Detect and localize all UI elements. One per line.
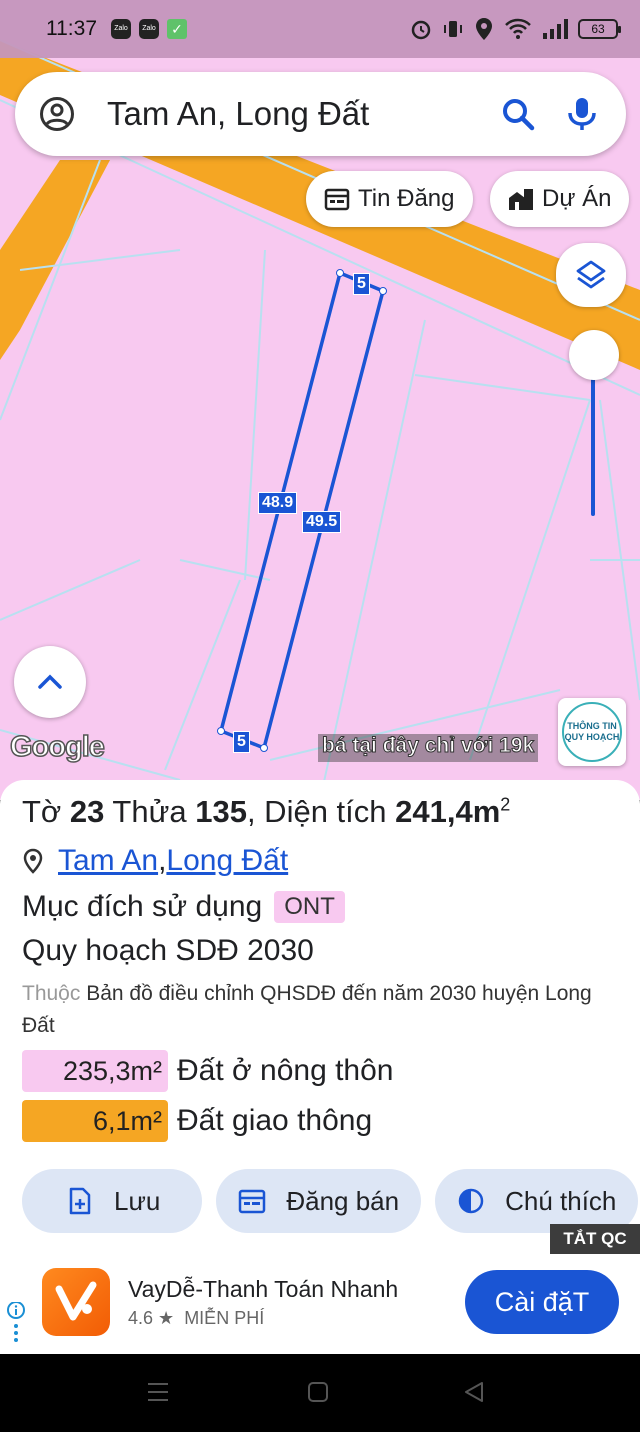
search-bar[interactable]: Tam An, Long Đất (15, 72, 626, 156)
zone-row: 235,3m² Đất ở nông thôn (22, 1050, 618, 1092)
ad-app-name[interactable]: VayDễ-Thanh Toán Nhanh (128, 1276, 398, 1303)
close-ad-button[interactable]: TẮT QC (550, 1224, 640, 1254)
planning-info-label: THÔNG TIN QUY HOẠCH (562, 702, 622, 762)
system-nav-bar (0, 1354, 640, 1432)
ad-rating: 4.6 ★ (128, 1308, 175, 1328)
contrast-icon (458, 1188, 484, 1214)
zone-list: 235,3m² Đất ở nông thôn 6,1m² Đất giao t… (22, 1050, 618, 1142)
purpose-label: Mục đích sử dụng (22, 890, 263, 923)
alarm-icon (411, 20, 431, 40)
parcel-info-panel: Tờ 23 Thửa 135, Diện tích 241,4m2 Tam An… (0, 780, 640, 1254)
zone-row: 6,1m² Đất giao thông (22, 1100, 618, 1142)
battery-icon: 63 (578, 19, 621, 39)
install-button[interactable]: Cài đặT (465, 1270, 619, 1334)
microphone-icon[interactable] (564, 96, 600, 132)
ad-app-meta: 4.6 ★ MIỄN PHÍ (128, 1308, 264, 1329)
expand-panel-button[interactable] (14, 646, 86, 718)
chip-listings-label: Tin Đăng (358, 185, 455, 212)
dimension-left: 48.9 (258, 492, 298, 514)
plan-source: Thuộc Bản đồ điều chỉnh QHSDĐ đến năm 20… (22, 982, 592, 1037)
parcel-title: Tờ 23 Thửa 135, Diện tích 241,4m2 (22, 794, 511, 829)
wifi-icon (505, 18, 531, 39)
opacity-slider-knob[interactable] (569, 330, 619, 380)
chevron-up-icon (38, 674, 62, 689)
dimension-right: 49.5 (302, 511, 342, 533)
account-icon[interactable] (39, 96, 75, 132)
add-file-icon (69, 1187, 91, 1215)
map-view[interactable]: 5 48.9 49.5 5 11:37 Zalo Zalo ✓ 63 Tam A… (0, 0, 640, 800)
chip-projects[interactable]: Dự Án (490, 171, 630, 227)
zone-name: Đất ở nông thôn (177, 1054, 394, 1087)
parcel-location: Tam An, Long Đất (22, 844, 618, 878)
status-bar: 11:37 Zalo Zalo ✓ 63 (0, 0, 640, 58)
plan-title: Quy hoạch SDĐ 2030 (22, 934, 314, 967)
check-app-icon: ✓ (167, 19, 187, 39)
save-button[interactable]: Lưu (22, 1169, 203, 1233)
vibrate-icon (444, 21, 462, 37)
plot-number: 135 (195, 794, 247, 829)
calendar-icon (239, 1189, 266, 1214)
location-pin-icon (23, 848, 43, 874)
promo-banner[interactable]: bá tại đây chỉ với 19k (318, 734, 539, 762)
location-icon (476, 18, 492, 40)
location-link-commune[interactable]: Tam An (58, 844, 158, 878)
sheet-number: 23 (69, 794, 105, 829)
search-input[interactable]: Tam An, Long Đất (107, 95, 472, 133)
dimension-top: 5 (353, 273, 370, 295)
ad-price: MIỄN PHÍ (184, 1308, 265, 1328)
planning-info-button[interactable]: THÔNG TIN QUY HOẠCH (558, 698, 626, 766)
post-for-sale-button[interactable]: Đăng bán (216, 1169, 422, 1233)
recent-apps-icon[interactable] (146, 1380, 170, 1404)
layers-icon (576, 260, 606, 289)
chip-listings[interactable]: Tin Đăng (306, 171, 473, 227)
action-bar: Lưu Đăng bán Chú thích (22, 1169, 639, 1233)
location-link-district[interactable]: Long Đất (166, 844, 288, 878)
home-icon[interactable] (306, 1380, 330, 1404)
ad-info-icon[interactable] (6, 1302, 26, 1346)
calendar-icon (324, 188, 350, 211)
zalo-icon: Zalo (111, 19, 131, 39)
purpose-code-badge: ONT (274, 891, 345, 923)
layers-button[interactable] (556, 243, 626, 307)
ad-banner[interactable]: VayDễ-Thanh Toán Nhanh 4.6 ★ MIỄN PHÍ Cà… (0, 1254, 640, 1354)
dimension-bottom: 5 (233, 731, 250, 753)
zone-name: Đất giao thông (177, 1104, 373, 1137)
app-logo-icon[interactable] (42, 1268, 110, 1336)
status-time: 11:37 (46, 17, 97, 40)
parcel-area: 241,4m (395, 794, 501, 829)
signal-icon (543, 19, 568, 39)
zalo-icon: Zalo (139, 19, 159, 39)
opacity-slider-track[interactable] (591, 370, 595, 516)
chip-projects-label: Dự Án (542, 185, 612, 212)
search-icon[interactable] (500, 96, 536, 132)
building-icon (509, 189, 533, 210)
land-use-purpose: Mục đích sử dụng ONT (22, 890, 618, 924)
back-icon[interactable] (462, 1380, 486, 1404)
zone-area: 6,1m² (22, 1100, 168, 1142)
zone-area: 235,3m² (22, 1050, 168, 1092)
google-logo: Google (9, 730, 105, 764)
